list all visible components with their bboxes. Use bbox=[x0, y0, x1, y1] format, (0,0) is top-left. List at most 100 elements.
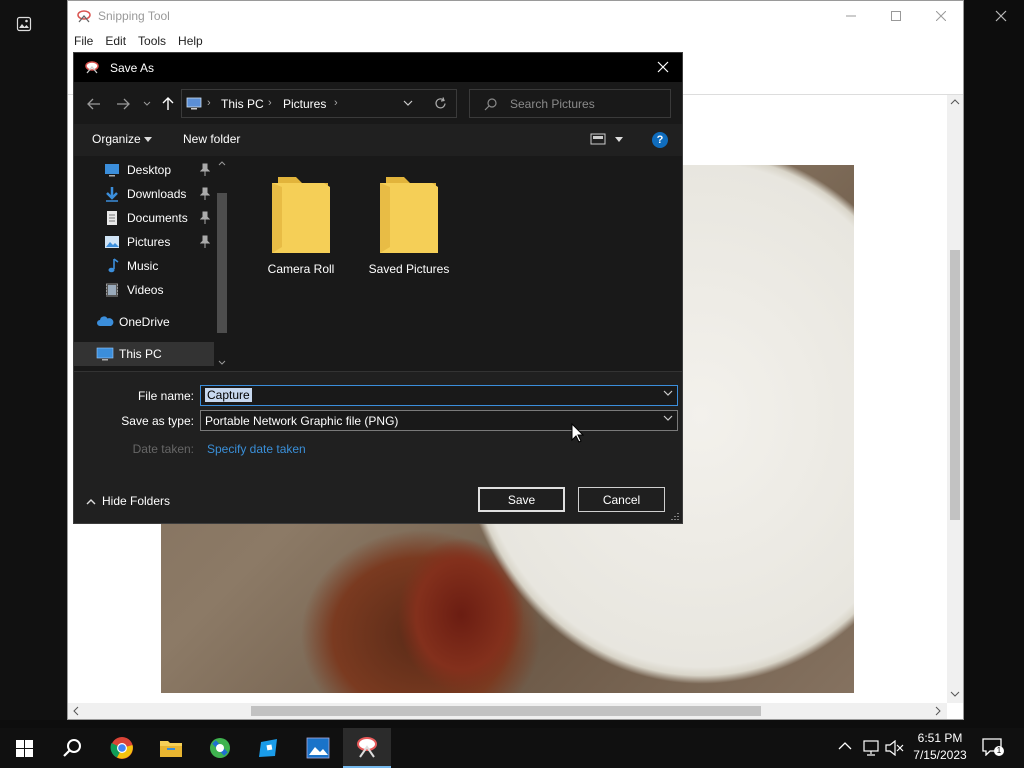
address-chevron-icon: › bbox=[268, 97, 272, 109]
downloads-icon bbox=[104, 186, 120, 202]
file-name-value: Capture bbox=[205, 388, 252, 402]
show-hidden-icons-icon[interactable] bbox=[838, 741, 852, 751]
nav-item-desktop[interactable]: Desktop bbox=[74, 158, 214, 182]
taskbar: 6:51 PM 7/15/2023 1 bbox=[0, 728, 1024, 768]
chrome-icon[interactable] bbox=[98, 728, 146, 768]
date-taken-link[interactable]: Specify date taken bbox=[207, 442, 306, 456]
file-name-input[interactable]: Capture bbox=[200, 385, 678, 406]
navigation-pane-scrollbar[interactable] bbox=[214, 156, 230, 371]
photos-icon[interactable] bbox=[294, 728, 342, 768]
save-as-type-select[interactable]: Portable Network Graphic file (PNG) bbox=[200, 410, 678, 431]
save-as-dialog: Save As › This PC › Pictures › Search Pi… bbox=[73, 52, 683, 524]
scroll-left-icon[interactable] bbox=[72, 706, 80, 716]
close-button[interactable] bbox=[918, 1, 964, 31]
navigation-pane: Desktop Downloads Documents Pictures Mus… bbox=[74, 156, 231, 371]
file-explorer-icon[interactable] bbox=[147, 728, 195, 768]
menu-help[interactable]: Help bbox=[172, 31, 209, 53]
nav-label-this-pc: This PC bbox=[119, 347, 162, 361]
snipping-tool-logo-icon bbox=[76, 9, 92, 23]
hide-folders-button[interactable]: Hide Folders bbox=[86, 494, 170, 508]
folder-icon bbox=[268, 173, 334, 255]
file-name-dropdown-icon[interactable] bbox=[663, 390, 673, 397]
save-form: File name: Capture Save as type: Portabl… bbox=[74, 371, 682, 523]
nav-item-this-pc[interactable]: This PC bbox=[74, 342, 214, 366]
view-options-icon[interactable] bbox=[590, 133, 606, 145]
nav-item-pictures[interactable]: Pictures bbox=[74, 230, 214, 254]
dialog-close-icon[interactable] bbox=[656, 60, 672, 76]
horizontal-scrollbar[interactable] bbox=[68, 703, 947, 719]
scroll-down-icon[interactable] bbox=[950, 690, 960, 698]
maximize-button[interactable] bbox=[873, 1, 919, 31]
scroll-up-icon[interactable] bbox=[218, 160, 226, 166]
roblox-studio-icon[interactable] bbox=[245, 728, 293, 768]
refresh-icon[interactable] bbox=[434, 97, 447, 110]
command-bar: Organize New folder ? bbox=[74, 124, 682, 156]
minimize-button[interactable] bbox=[828, 1, 874, 31]
action-center-icon[interactable]: 1 bbox=[982, 738, 1004, 758]
menu-file[interactable]: File bbox=[68, 31, 99, 53]
nav-item-downloads[interactable]: Downloads bbox=[74, 182, 214, 206]
forward-arrow-icon[interactable] bbox=[113, 94, 133, 114]
clock-time: 6:51 PM bbox=[917, 731, 963, 745]
pin-icon bbox=[200, 211, 210, 225]
vertical-scrollbar[interactable] bbox=[947, 95, 963, 703]
folder-icon bbox=[376, 173, 442, 255]
videos-icon bbox=[104, 282, 120, 298]
view-dropdown-icon[interactable] bbox=[615, 137, 623, 142]
paint-3d-icon[interactable] bbox=[196, 728, 244, 768]
scroll-right-icon[interactable] bbox=[934, 706, 942, 716]
nav-item-music[interactable]: Music bbox=[74, 254, 214, 278]
address-segment-pictures[interactable]: Pictures bbox=[283, 97, 326, 111]
recent-locations-chevron-icon[interactable] bbox=[137, 94, 157, 114]
snipping-tool-logo-icon bbox=[84, 60, 100, 74]
dialog-titlebar[interactable]: Save As bbox=[74, 53, 682, 82]
save-as-type-dropdown-icon[interactable] bbox=[663, 415, 673, 422]
search-box[interactable]: Search Pictures bbox=[469, 89, 671, 118]
folder-camera-roll[interactable]: Camera Roll bbox=[251, 173, 351, 276]
clock[interactable]: 6:51 PM 7/15/2023 bbox=[908, 730, 972, 764]
address-segment-this-pc[interactable]: This PC bbox=[221, 97, 264, 111]
search-placeholder: Search Pictures bbox=[510, 97, 595, 111]
back-arrow-icon[interactable] bbox=[84, 94, 104, 114]
dialog-title: Save As bbox=[110, 61, 155, 75]
start-icon[interactable] bbox=[0, 728, 48, 768]
menu-edit[interactable]: Edit bbox=[99, 31, 132, 53]
up-arrow-icon[interactable] bbox=[158, 94, 178, 114]
nav-label-videos: Videos bbox=[127, 283, 164, 297]
file-list: Camera Roll Saved Pictures bbox=[231, 156, 682, 371]
nav-item-documents[interactable]: Documents bbox=[74, 206, 214, 230]
horizontal-scroll-thumb[interactable] bbox=[251, 706, 761, 716]
navigation-pane-scroll-thumb[interactable] bbox=[217, 193, 227, 333]
nav-item-videos[interactable]: Videos bbox=[74, 278, 214, 302]
save-as-type-value: Portable Network Graphic file (PNG) bbox=[205, 414, 399, 428]
organize-button[interactable]: Organize bbox=[92, 132, 141, 146]
save-button[interactable]: Save bbox=[478, 487, 565, 512]
nav-item-onedrive[interactable]: OneDrive bbox=[74, 310, 214, 334]
address-bar[interactable]: › This PC › Pictures › bbox=[181, 89, 457, 118]
resize-grip-icon[interactable] bbox=[670, 512, 679, 521]
vertical-scroll-thumb[interactable] bbox=[950, 250, 960, 520]
scroll-up-icon[interactable] bbox=[950, 98, 960, 106]
volume-muted-icon[interactable] bbox=[884, 740, 904, 756]
network-icon[interactable] bbox=[861, 740, 881, 756]
pin-icon bbox=[200, 187, 210, 201]
menu-tools[interactable]: Tools bbox=[132, 31, 172, 53]
address-chevron-icon: › bbox=[207, 97, 211, 109]
cancel-button[interactable]: Cancel bbox=[578, 487, 665, 512]
desktop-close-icon[interactable] bbox=[988, 4, 1014, 28]
search-icon[interactable] bbox=[48, 728, 96, 768]
address-dropdown-icon[interactable] bbox=[403, 100, 413, 107]
documents-icon bbox=[104, 210, 120, 226]
snipping-tool-icon[interactable] bbox=[343, 728, 391, 768]
photos-desktop-icon[interactable] bbox=[16, 16, 32, 32]
help-icon[interactable]: ? bbox=[652, 132, 668, 148]
folder-saved-pictures[interactable]: Saved Pictures bbox=[359, 173, 459, 276]
search-icon bbox=[484, 98, 497, 111]
new-folder-button[interactable]: New folder bbox=[183, 132, 240, 146]
nav-label-pictures: Pictures bbox=[127, 235, 171, 249]
navigation-bar: › This PC › Pictures › Search Pictures bbox=[74, 82, 682, 124]
pictures-icon bbox=[104, 234, 120, 250]
snipping-tool-titlebar[interactable]: Snipping Tool bbox=[68, 1, 963, 31]
this-pc-small-icon bbox=[186, 97, 202, 110]
scroll-down-icon[interactable] bbox=[218, 360, 226, 366]
